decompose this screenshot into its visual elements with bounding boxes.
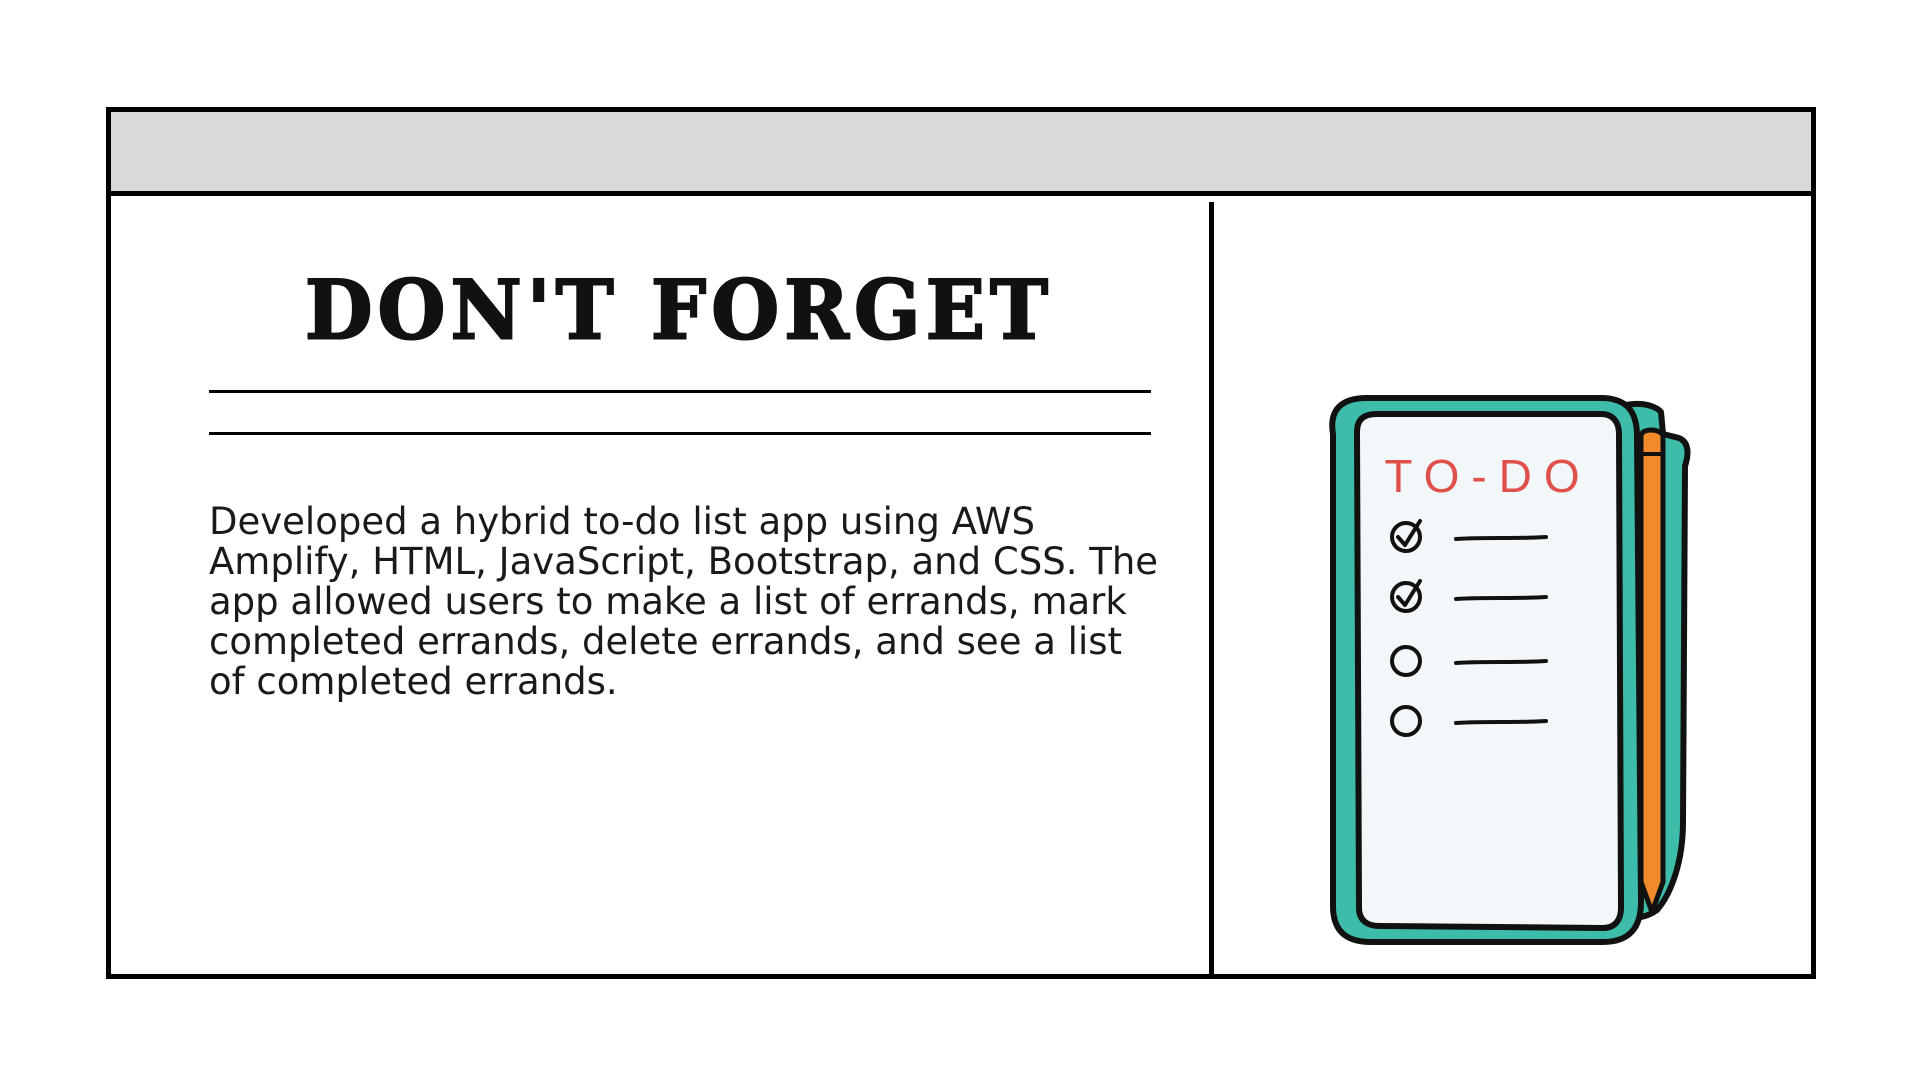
slide: DON'T FORGET Developed a hybrid to-do li…	[0, 0, 1920, 1080]
column-divider	[1209, 202, 1214, 974]
todo-label: TO-DO	[1384, 450, 1591, 502]
project-description: Developed a hybrid to-do list app using …	[209, 500, 1159, 703]
window-titlebar	[111, 112, 1811, 196]
clipboard-todo-icon: TO-DO	[1329, 395, 1691, 945]
heading-rule-top	[209, 390, 1151, 393]
window-frame: DON'T FORGET Developed a hybrid to-do li…	[106, 107, 1816, 979]
checklist-line	[1454, 659, 1548, 665]
pencil	[1638, 427, 1666, 915]
heading-rule-bottom	[209, 432, 1151, 435]
checklist-line	[1454, 719, 1548, 725]
checklist-line	[1454, 535, 1548, 541]
checklist-line	[1454, 595, 1548, 601]
page-title: DON'T FORGET	[304, 262, 1054, 359]
